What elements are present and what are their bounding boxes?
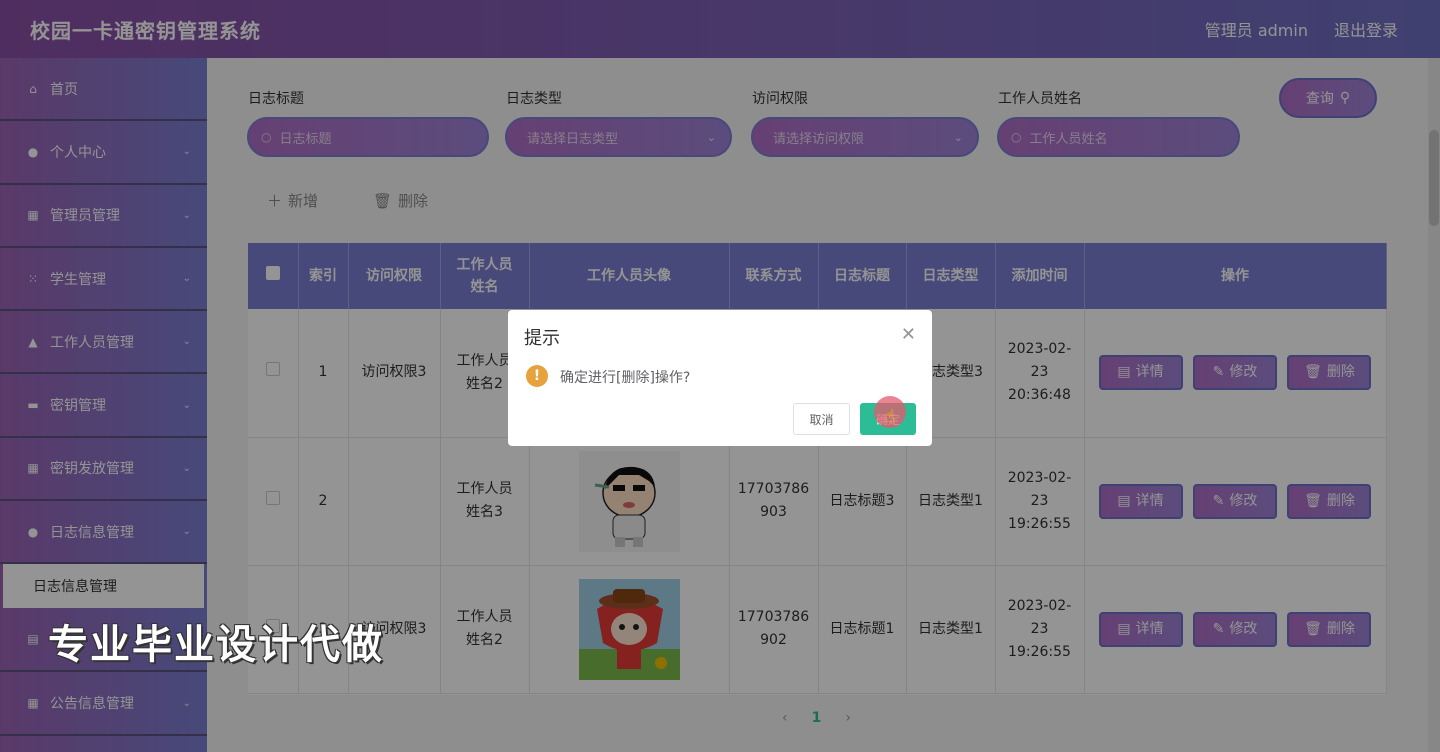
- close-icon[interactable]: ✕: [901, 324, 916, 345]
- dialog-message: 确定进行[删除]操作?: [560, 370, 691, 386]
- confirm-dialog: 提示 ✕ ! 确定进行[删除]操作? 取消 确定 ☝: [508, 310, 932, 446]
- watermark-text: 专业毕业设计代做: [48, 622, 384, 668]
- dialog-title: 提示: [524, 328, 560, 349]
- hand-cursor-icon: ☝: [884, 406, 895, 427]
- cancel-button[interactable]: 取消: [793, 403, 850, 435]
- warning-icon: !: [526, 365, 548, 387]
